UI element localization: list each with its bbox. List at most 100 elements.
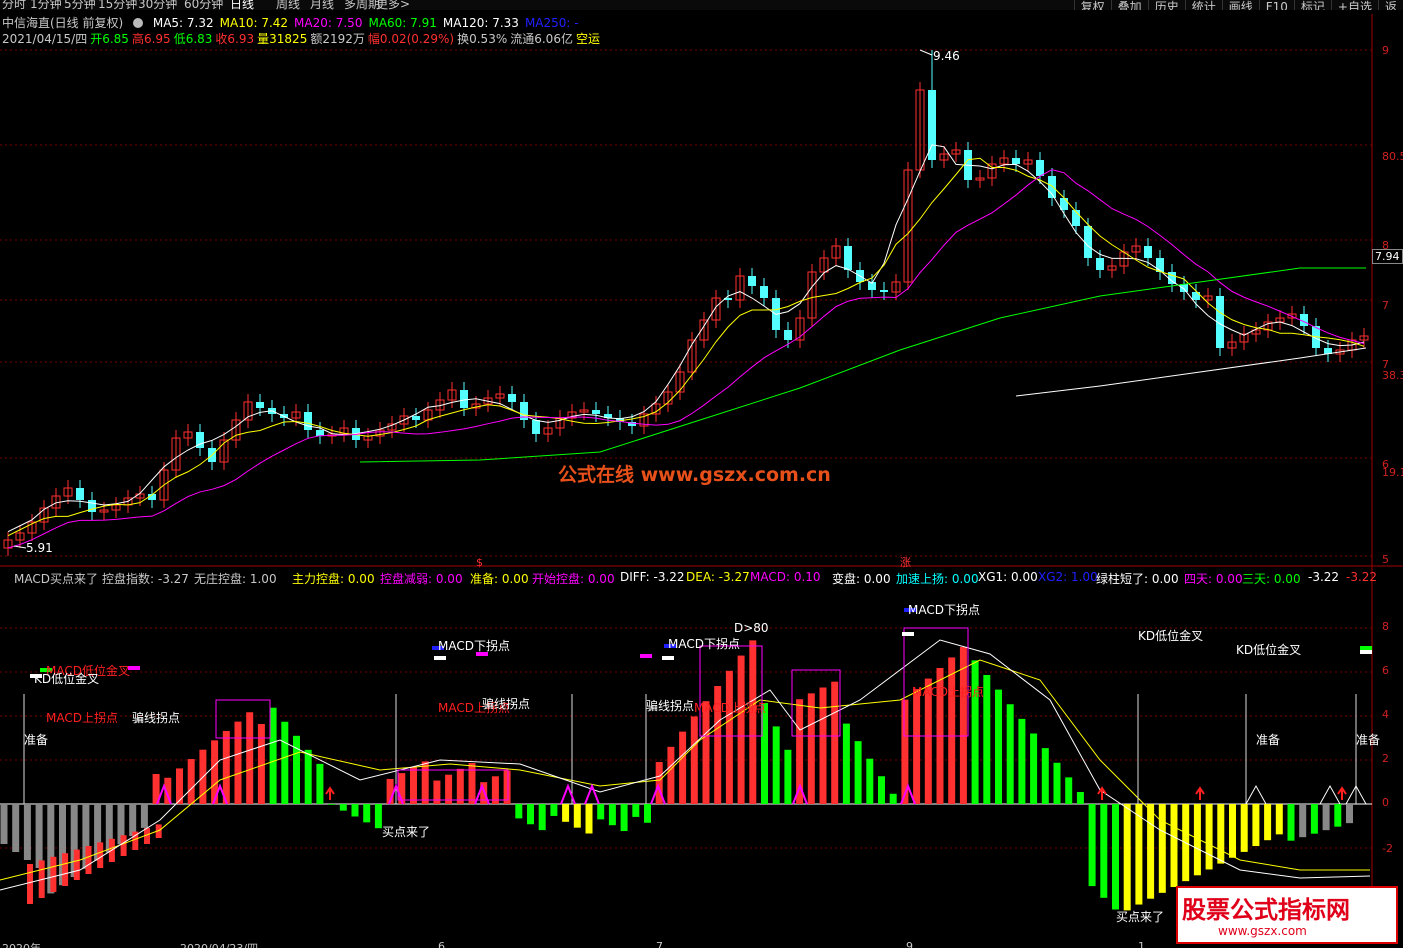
annotation-5: MACD下拐点 (438, 639, 510, 653)
left-red-bar-8 (120, 835, 127, 856)
left-red-bar-0 (27, 864, 33, 904)
indicator-bar-27 (316, 763, 324, 804)
indicator-bar-92 (1076, 792, 1084, 804)
annotation-18: 准备 (1356, 733, 1381, 747)
indicator-bar-66 (772, 726, 780, 804)
candle-73 (880, 290, 888, 292)
price-tick-1: 80.5 (1382, 150, 1403, 163)
indicator-bar-44 (515, 804, 523, 819)
watermark-text: 公式在线 www.gszx.com.cn (558, 464, 831, 486)
date-label-0: 2020年 (2, 940, 41, 948)
indicator-bar-3 (35, 804, 43, 868)
annotation-9: MACD下拐点 (668, 637, 740, 651)
indicator-bar-47 (550, 804, 558, 816)
indicator-bar-89 (1041, 748, 1049, 804)
indicator-item-18: -3.22 (1346, 570, 1378, 584)
indicator-item-3: 主力控盘: 0.00 (292, 572, 375, 586)
price-tick-5: 38.3 (1382, 369, 1403, 382)
indicator-bar-60 (702, 701, 710, 804)
indicator-item-16: 三天: 0.00 (1242, 572, 1301, 586)
candle-70 (844, 246, 852, 270)
indicator-bar-97 (1135, 804, 1143, 905)
indicator-bar-78 (913, 689, 921, 804)
date-label-2: 6 (438, 940, 445, 948)
indicator-bar-105 (1229, 804, 1236, 858)
left-red-bar-4 (73, 849, 80, 880)
high-price-label: 9.46 (933, 49, 960, 63)
indicator-item-8: DEA: -3.27 (686, 570, 750, 584)
ma20-line (7, 169, 1365, 549)
indicator-bar-82 (959, 646, 967, 804)
indicator-bar-113 (1322, 804, 1330, 831)
white-triangle-0 (1245, 784, 1267, 805)
date-label-5: 1 (1138, 940, 1145, 948)
indicator-bar-2 (23, 804, 31, 860)
annotation-16: KD低位金叉 (1236, 643, 1302, 657)
indicator-bar-45 (527, 804, 534, 825)
indicator-bar-40 (468, 763, 476, 804)
candle-42 (508, 394, 516, 402)
date-label-4: 9 (906, 940, 913, 948)
indicator-bar-112 (1310, 804, 1318, 834)
indicator-bar-46 (538, 804, 546, 831)
zhang-marker: 涨 (900, 556, 911, 569)
indicator-bar-103 (1205, 804, 1213, 870)
indicator-bar-108 (1264, 804, 1272, 841)
indicator-bar-81 (948, 657, 956, 804)
indicator-bar-39 (456, 768, 464, 804)
indicator-bar-73 (854, 741, 862, 804)
candle-98 (1180, 284, 1188, 292)
indicator-bar-85 (995, 689, 1002, 804)
indicator-bar-50 (585, 804, 593, 834)
indicator-bar-64 (749, 640, 757, 804)
flag-mark-1 (434, 656, 446, 660)
candle-90 (1084, 226, 1092, 258)
indicator-bar-26 (304, 749, 312, 804)
annotation-19: 买点来了 (1116, 910, 1165, 924)
site-logo: 股票公式指标网 www.gszx.com (1176, 886, 1398, 944)
white-triangle-1 (1319, 784, 1341, 805)
indicator-bar-20 (234, 721, 242, 804)
indicator-bar-57 (667, 746, 675, 804)
annotation-10: D>80 (734, 621, 769, 635)
high-pointer (919, 49, 933, 56)
candle-6 (76, 488, 84, 500)
indicator-bar-111 (1299, 804, 1307, 838)
indicator-bar-98 (1147, 804, 1155, 899)
date-label-1: 2020/04/23/四 (180, 940, 258, 948)
candle-91 (1096, 258, 1104, 270)
left-red-bar-5 (85, 846, 92, 874)
candle-21 (256, 402, 264, 408)
indicator-bar-104 (1217, 804, 1225, 864)
low-price-label: 5.91 (26, 541, 53, 555)
magenta-triangle-5 (584, 783, 600, 805)
indicator-bar-35 (410, 767, 417, 804)
indicator-bar-76 (889, 793, 897, 804)
indicator-bar-114 (1334, 804, 1342, 827)
indicator-bar-107 (1252, 804, 1260, 847)
magenta-triangle-4 (560, 783, 576, 805)
indicator-item-5: 准备: 0.00 (470, 572, 529, 586)
indicator-bar-83 (971, 660, 979, 804)
indicator-bar-84 (983, 675, 991, 804)
annotation-12: MACD上拐点 (694, 701, 766, 715)
indicator-item-11: 加速上扬: 0.00 (896, 572, 979, 586)
indicator-bar-63 (737, 655, 745, 804)
indicator-bar-62 (725, 670, 733, 804)
indicator-bar-0 (0, 804, 8, 844)
indicator-item-17: -3.22 (1308, 570, 1340, 584)
ind-tick-2: 4 (1382, 708, 1389, 721)
indicator-item-13: XG2: 1.00 (1038, 570, 1098, 584)
ind-tick-4: 0 (1382, 796, 1389, 809)
indicator-bar-11 (129, 804, 137, 837)
left-red-bar-3 (62, 853, 69, 886)
date-label-3: 7 (656, 940, 663, 948)
flag-mark-4 (662, 656, 674, 660)
flag-mark-7 (902, 632, 914, 636)
current-price-tag: 7.94 (1372, 249, 1403, 264)
indicator-item-4: 控盘减弱: 0.00 (380, 572, 463, 586)
indicator-bar-32 (374, 804, 382, 829)
indicator-bar-29 (339, 804, 347, 811)
annotation-2: MACD上拐点 (46, 711, 118, 725)
indicator-item-0: MACD买点来了 (14, 572, 98, 586)
